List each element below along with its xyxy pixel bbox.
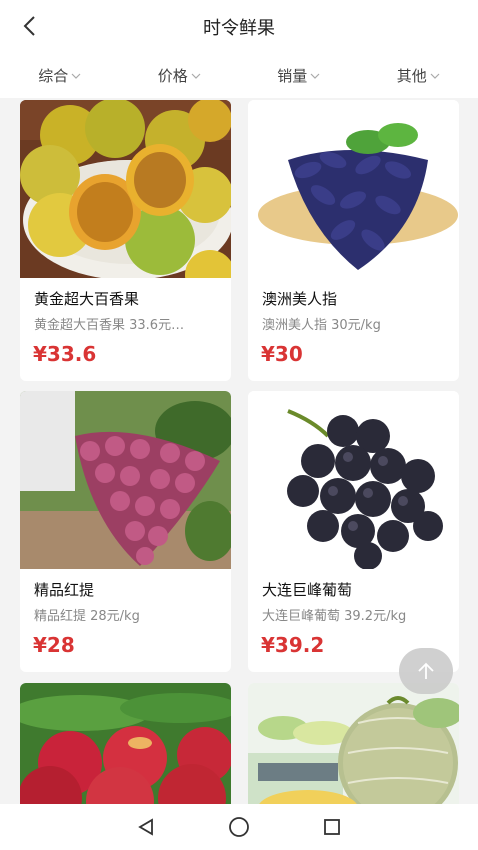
product-image-passion-fruit: [20, 100, 231, 278]
product-card[interactable]: [248, 683, 459, 804]
chevron-down-icon: [430, 73, 440, 79]
product-name: 精品红提: [34, 581, 95, 599]
product-price: ¥28: [33, 633, 75, 657]
filter-sales[interactable]: 销量: [239, 52, 359, 98]
chevron-down-icon: [310, 73, 320, 79]
product-grid: 黄金超大百香果 黄金超大百香果 33.6元… ¥33.6 澳洲美人指 澳洲美人指…: [0, 98, 478, 804]
product-image-melon: [248, 683, 459, 804]
product-image-nectarines: [20, 683, 231, 804]
nav-recents-button[interactable]: [312, 807, 352, 847]
nav-home-button[interactable]: [219, 807, 259, 847]
filter-comprehensive[interactable]: 综合: [0, 52, 120, 98]
filter-other[interactable]: 其他: [359, 52, 478, 98]
product-card[interactable]: 黄金超大百香果 黄金超大百香果 33.6元… ¥33.6: [20, 100, 231, 381]
product-desc: 精品红提 28元/kg: [34, 609, 140, 624]
product-desc: 澳洲美人指 30元/kg: [262, 318, 381, 333]
product-image-finger-grapes: [248, 100, 459, 278]
filter-label: 销量: [277, 66, 308, 85]
product-desc: 黄金超大百香果 33.6元…: [34, 318, 185, 333]
product-name: 澳洲美人指: [262, 290, 338, 308]
chevron-down-icon: [191, 73, 201, 79]
product-name: 黄金超大百香果: [34, 290, 140, 308]
product-card[interactable]: 精品红提 精品红提 28元/kg ¥28: [20, 391, 231, 672]
filter-label: 其他: [396, 66, 427, 85]
page-title: 时令鲜果: [203, 18, 275, 39]
product-price: ¥33.6: [33, 342, 97, 366]
product-name: 大连巨峰葡萄: [262, 581, 353, 599]
filter-label: 价格: [157, 66, 188, 85]
product-image-kyoho-grapes: [248, 391, 459, 569]
product-card[interactable]: 澳洲美人指 澳洲美人指 30元/kg ¥30: [248, 100, 459, 381]
scroll-top-button[interactable]: [399, 648, 453, 694]
product-card[interactable]: 大连巨峰葡萄 大连巨峰葡萄 39.2元/kg ¥39.2: [248, 391, 459, 672]
app-header: 时令鲜果: [0, 0, 478, 52]
filter-price[interactable]: 价格: [120, 52, 240, 98]
filter-label: 综合: [38, 66, 69, 85]
system-nav-bar: [0, 804, 478, 850]
nav-back-button[interactable]: [126, 807, 166, 847]
product-price: ¥30: [261, 342, 303, 366]
triangle-back-icon: [138, 818, 154, 836]
circle-home-icon: [229, 817, 249, 837]
arrow-up-icon: [418, 662, 434, 679]
product-desc: 大连巨峰葡萄 39.2元/kg: [262, 609, 407, 624]
product-card[interactable]: [20, 683, 231, 804]
chevron-down-icon: [71, 73, 81, 79]
filter-bar: 综合 价格 销量 其他: [0, 52, 478, 98]
product-image-red-grapes: [20, 391, 231, 569]
square-recents-icon: [323, 819, 340, 835]
